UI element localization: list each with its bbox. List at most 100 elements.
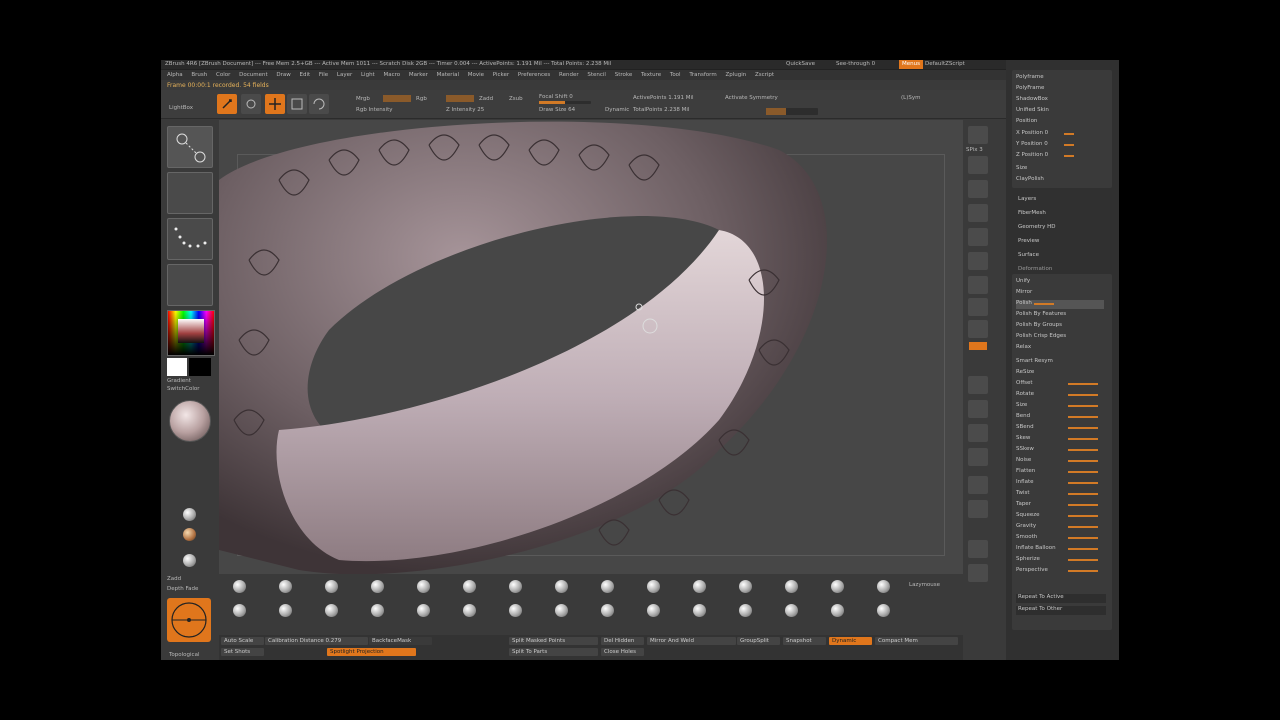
calibration-slider[interactable]: Calibration Distance 0.279 (265, 637, 368, 645)
brush-nudge[interactable] (417, 604, 430, 617)
menu-zplugin[interactable]: Zplugin (725, 72, 746, 79)
tray-item[interactable]: ClayPolish (1016, 176, 1104, 185)
brush-inflate[interactable] (785, 580, 798, 593)
tray-item[interactable]: ShadowBox (1016, 96, 1104, 105)
zoom-button[interactable] (968, 180, 988, 198)
mrgb-button[interactable]: Mrgb (356, 96, 370, 103)
rotate-button[interactable] (309, 94, 329, 114)
z-intensity-label[interactable]: Z Intensity 25 (446, 107, 484, 114)
deform-size-slider[interactable]: Size (1016, 402, 1104, 411)
brush-hpolish[interactable] (509, 580, 522, 593)
stroke-dots-thumbnail[interactable] (167, 218, 213, 260)
brush-standard[interactable] (325, 580, 338, 593)
deform-sbend-slider[interactable]: SBend (1016, 424, 1104, 433)
menu-macro[interactable]: Macro (383, 72, 400, 79)
menu-stencil[interactable]: Stencil (587, 72, 606, 79)
depth-fade-label[interactable]: Depth Fade (167, 586, 198, 593)
deform-unify[interactable]: Unify (1016, 278, 1104, 287)
zadd-button[interactable]: Zadd (479, 96, 493, 103)
zadd-label[interactable]: Zadd (167, 576, 181, 583)
local-button[interactable] (968, 298, 988, 316)
brush-pinch[interactable] (831, 580, 844, 593)
backface-mask-button[interactable]: BackfaceMask (369, 637, 432, 645)
rotate-view-button[interactable] (968, 448, 988, 466)
edit-button[interactable] (217, 94, 237, 114)
dynamic-button[interactable]: Dynamic (605, 107, 629, 114)
material-ball[interactable] (169, 400, 211, 442)
fibermesh-panel[interactable]: FiberMesh (1018, 210, 1106, 219)
transp-button[interactable] (968, 500, 988, 518)
menu-color[interactable]: Color (216, 72, 230, 79)
menu-texture[interactable]: Texture (641, 72, 661, 79)
document-canvas[interactable] (219, 120, 963, 630)
repeat-to-active-button[interactable]: Repeat To Active (1016, 594, 1106, 603)
menu-layer[interactable]: Layer (337, 72, 352, 79)
close-holes-button[interactable]: Close Holes (601, 648, 644, 656)
mirror-weld-button[interactable]: Mirror And Weld (647, 637, 736, 645)
focal-shift-slider[interactable]: Focal Shift 0 (539, 94, 573, 101)
brush-clay[interactable] (647, 604, 660, 617)
deform-twist-slider[interactable]: Twist (1016, 490, 1104, 499)
z-position-slider[interactable]: Z Position 0 (1016, 152, 1104, 161)
lsym-button-right[interactable] (968, 320, 988, 338)
brush-freehand[interactable] (647, 580, 660, 593)
deform-gravity-slider[interactable]: Gravity (1016, 523, 1104, 532)
deform-sskew-slider[interactable]: SSkew (1016, 446, 1104, 455)
stroke-thumbnail[interactable] (167, 172, 213, 214)
actual-button[interactable] (968, 204, 988, 222)
quicksave-button[interactable]: QuickSave (786, 61, 815, 68)
brush-smooth[interactable] (877, 580, 890, 593)
spotlight-projection-button[interactable]: Spotlight Projection (327, 648, 416, 656)
move-view-button[interactable] (968, 400, 988, 418)
menus-button[interactable]: Menus (899, 60, 923, 69)
brush-slash[interactable] (325, 604, 338, 617)
color-picker[interactable] (167, 310, 215, 356)
repeat-to-other-button[interactable]: Repeat To Other (1016, 606, 1106, 615)
deform-offset-slider[interactable]: Offset (1016, 380, 1104, 389)
gradient-label[interactable]: Gradient (167, 378, 191, 385)
menu-zscript[interactable]: Zscript (755, 72, 774, 79)
auto-scale-slider[interactable]: Auto Scale (221, 637, 264, 645)
brush-zproject[interactable] (463, 604, 476, 617)
menu-tool[interactable]: Tool (670, 72, 681, 79)
brush-layer[interactable] (371, 604, 384, 617)
deform-rotate-slider[interactable]: Rotate (1016, 391, 1104, 400)
menu-render[interactable]: Render (559, 72, 579, 79)
scale-view-button[interactable] (968, 424, 988, 442)
deform-spherize-slider[interactable]: Spherize (1016, 556, 1104, 565)
deform-resize[interactable]: ReSize (1016, 369, 1104, 378)
menu-alpha[interactable]: Alpha (167, 72, 183, 79)
y-position-slider[interactable]: Y Position 0 (1016, 141, 1104, 150)
brush-selectrect[interactable] (739, 580, 752, 593)
brush-snakehook[interactable] (601, 604, 614, 617)
lazymouse-label[interactable]: Lazymouse (909, 582, 940, 589)
brush-move-topologic[interactable] (279, 580, 292, 593)
draw-size-slider[interactable]: Draw Size 64 (539, 107, 575, 114)
menu-preferences[interactable]: Preferences (518, 72, 550, 79)
brush-flatten[interactable] (693, 604, 706, 617)
layers-panel[interactable]: Layers (1018, 196, 1106, 205)
color-square[interactable] (178, 319, 204, 343)
brush-spray[interactable] (877, 604, 890, 617)
preview-panel[interactable]: Preview (1018, 238, 1106, 247)
material-small-3[interactable] (183, 554, 196, 567)
default-zscript[interactable]: DefaultZScript (925, 61, 965, 68)
menu-picker[interactable]: Picker (493, 72, 509, 79)
deform-inflate-slider[interactable]: Inflate (1016, 479, 1104, 488)
deform-inflate-balloon-slider[interactable]: Inflate Balloon (1016, 545, 1104, 554)
brush-dragrect[interactable] (601, 580, 614, 593)
deform-polish-features[interactable]: Polish By Features (1016, 311, 1104, 320)
brush-clip[interactable] (233, 604, 246, 617)
dragon-ring-model[interactable] (219, 120, 963, 630)
group-split-button[interactable]: GroupSplit (737, 637, 780, 645)
deform-skew-slider[interactable]: Skew (1016, 435, 1104, 444)
zadd-toggle[interactable] (446, 95, 474, 102)
rgb-intensity-label[interactable]: Rgb Intensity (356, 107, 393, 114)
mrgb-toggle[interactable] (383, 95, 411, 102)
deform-mirror[interactable]: Mirror (1016, 289, 1104, 298)
deform-perspective-slider[interactable]: Perspective (1016, 567, 1104, 576)
brush-clipcurve[interactable] (785, 604, 798, 617)
aahalf-button[interactable] (968, 228, 988, 246)
split-parts-button[interactable]: Split To Parts (509, 648, 598, 656)
brush-zmodeler[interactable] (279, 604, 292, 617)
